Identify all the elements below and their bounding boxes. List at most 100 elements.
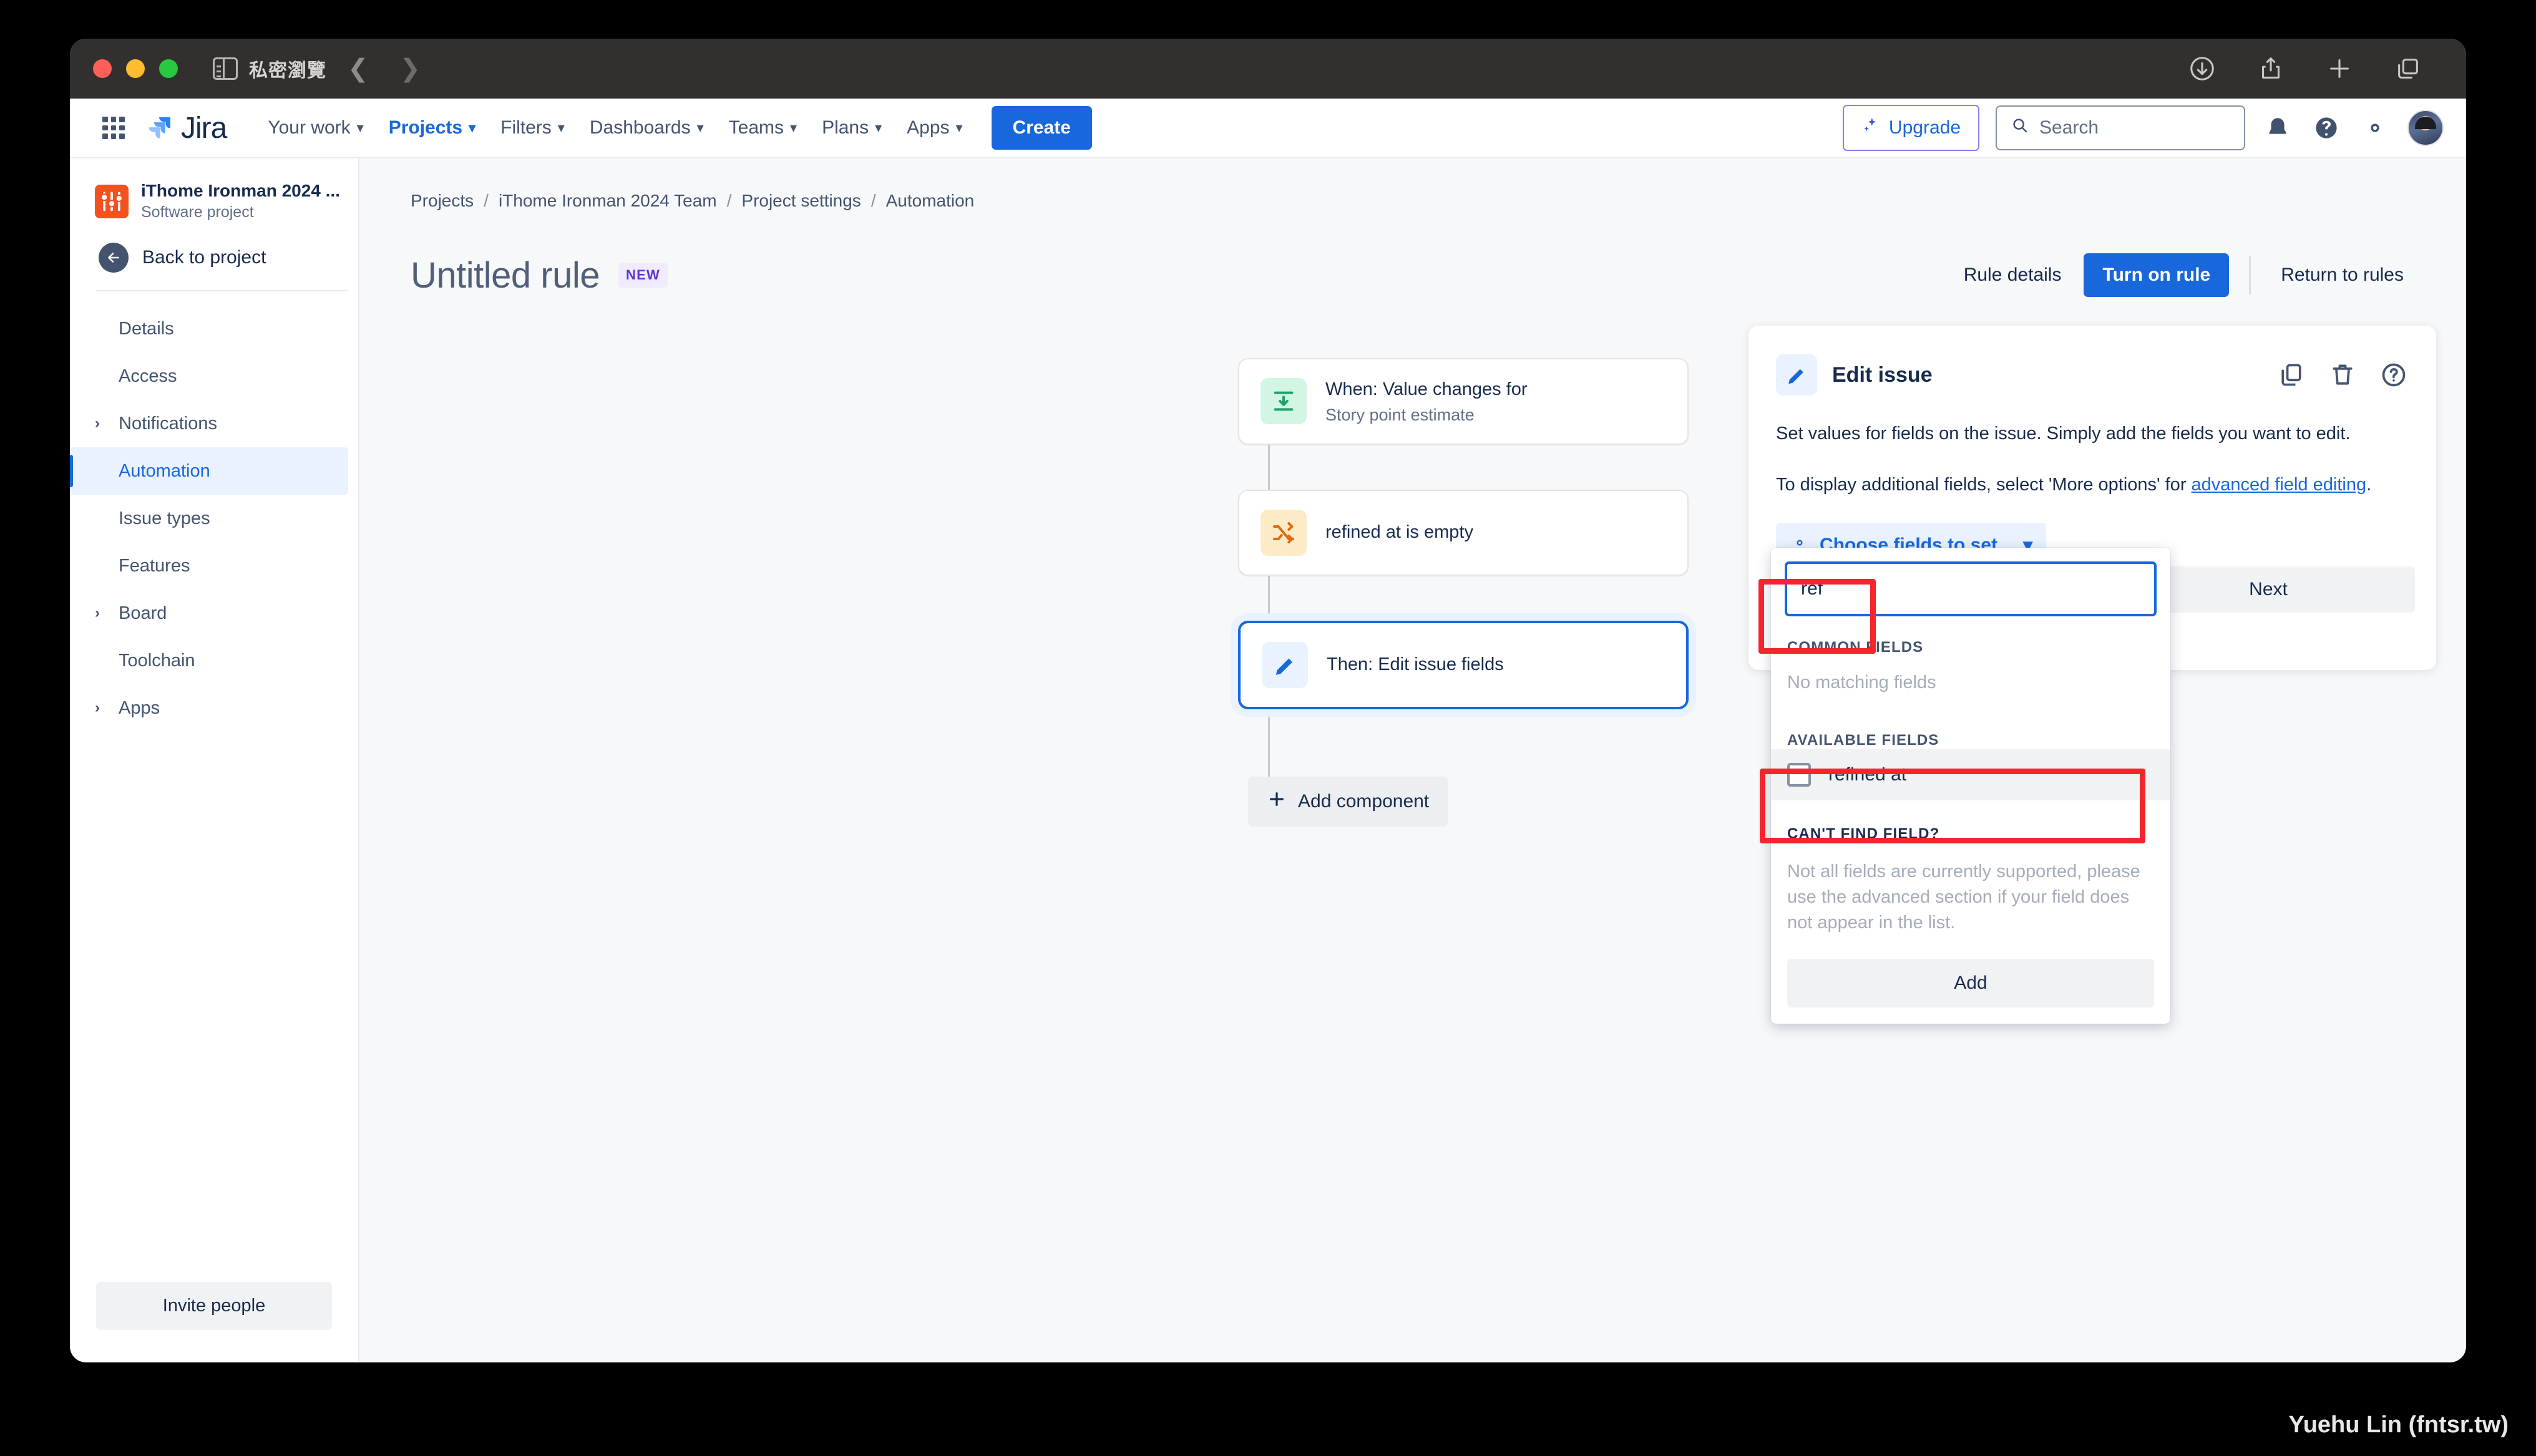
downloads-icon[interactable] [2188,54,2217,83]
window-controls [93,59,178,78]
maximize-window-button[interactable] [159,59,178,78]
rule-node-subtitle: Story point estimate [1325,405,1475,424]
breadcrumb-separator: / [484,191,489,210]
sidebar-item-label: Apps [119,697,160,718]
add-field-button[interactable]: Add [1787,958,2154,1007]
nav-item-filters[interactable]: Filters ▾ [488,107,577,148]
turn-on-rule-button[interactable]: Turn on rule [2084,253,2230,297]
breadcrumb-item-project-settings[interactable]: Project settings [741,191,861,211]
sidebar-item-automation[interactable]: Automation [70,447,348,495]
minimize-window-button[interactable] [126,59,145,78]
arrow-left-icon [99,243,129,273]
sidebar-item-label: Automation [119,460,210,481]
sidebar-toggle-icon[interactable] [213,57,238,80]
back-to-project-button[interactable]: Back to project [70,221,358,290]
rule-details-button[interactable]: Rule details [1948,253,2078,297]
browser-titlebar: 私密瀏覽 ❮ ❯ [70,39,2466,99]
chevron-right-icon: › [95,415,100,432]
duplicate-icon[interactable] [2276,360,2306,390]
rule-node-trigger[interactable]: When: Value changes for Story point esti… [1238,358,1689,445]
advanced-field-editing-link[interactable]: advanced field editing [2192,475,2367,495]
upgrade-label: Upgrade [1888,117,1961,138]
rule-node-action[interactable]: Then: Edit issue fields [1238,620,1689,709]
nav-label: Apps [907,117,950,138]
gear-icon[interactable] [2359,112,2391,144]
sidebar-item-label: Board [119,603,167,623]
rule-connector [1268,444,1270,490]
share-icon[interactable] [2256,54,2285,83]
condition-icon [1261,509,1307,556]
sidebar-item-board[interactable]: › Board [70,590,348,637]
chevron-right-icon: › [95,699,100,717]
page-header: Untitled rule NEW Rule details Turn on r… [359,211,2466,297]
private-browsing-label: 私密瀏覽 [249,61,326,81]
sidebar-item-features[interactable]: Features [70,542,348,590]
watermark: Yuehu Lin (fntsr.tw) [2288,1412,2509,1438]
pencil-icon [1776,354,1817,396]
breadcrumb-item-projects[interactable]: Projects [411,191,474,211]
create-button[interactable]: Create [991,106,1092,150]
rule-connector [1268,709,1270,777]
project-type: Software project [141,203,254,221]
help-icon[interactable] [2379,360,2409,390]
invite-people-button[interactable]: Invite people [96,1282,332,1330]
nav-item-projects[interactable]: Projects ▾ [376,107,488,148]
browser-back-icon[interactable]: ❮ [348,56,369,81]
tab-overview-icon[interactable] [2394,54,2422,83]
sidebar-item-access[interactable]: Access [70,352,348,400]
action-divider [2249,256,2251,294]
breadcrumb-item-automation[interactable]: Automation [886,191,975,211]
nav-item-teams[interactable]: Teams ▾ [716,107,809,148]
nav-item-apps[interactable]: Apps ▾ [894,107,975,148]
sidebar-item-label: Details [119,318,174,339]
project-avatar-icon [95,184,129,218]
add-component-button[interactable]: Add component [1248,776,1448,827]
breadcrumb-item-team[interactable]: iThome Ironman 2024 Team [499,191,717,211]
avatar[interactable] [2407,110,2444,146]
breadcrumb-separator: / [726,191,732,210]
upgrade-button[interactable]: Upgrade [1842,105,1979,151]
sidebar-item-notifications[interactable]: › Notifications [70,400,348,447]
nav-label: Your work [268,117,351,138]
panel-description-2-post: . [2366,475,2372,495]
return-to-rules-button[interactable]: Return to rules [2265,253,2420,297]
chevron-down-icon: ▾ [790,120,797,135]
rule-node-title: refined at is empty [1325,522,1473,542]
search-input[interactable]: Search [1996,105,2245,150]
nav-item-plans[interactable]: Plans ▾ [809,107,894,148]
breadcrumb: Projects / iThome Ironman 2024 Team / Pr… [359,158,2466,211]
browser-forward-icon[interactable]: ❯ [400,56,421,81]
project-header[interactable]: iThome Ironman 2024 ... Software project [70,175,358,221]
trash-icon[interactable] [2328,360,2358,390]
rule-node-title: Then: Edit issue fields [1327,654,1504,674]
field-search-input[interactable] [1785,561,2157,616]
chevron-down-icon: ▾ [875,120,882,135]
panel-description-2-pre: To display additional fields, select 'Mo… [1776,475,2192,495]
help-icon[interactable] [2310,112,2343,144]
checkbox-icon[interactable] [1787,763,1811,787]
new-tab-icon[interactable] [2325,54,2354,83]
close-window-button[interactable] [93,59,112,78]
nav-item-dashboards[interactable]: Dashboards ▾ [577,107,716,148]
sidebar-item-issue-types[interactable]: Issue types [70,495,348,542]
rule-node-title: When: Value changes for [1325,379,1528,399]
notifications-icon[interactable] [2261,112,2294,144]
sidebar-item-apps[interactable]: › Apps [70,684,348,732]
screenshot-root: 私密瀏覽 ❮ ❯ Jira Your work ▾ Projects ▾ Fil… [0,0,2536,1456]
sidebar-item-toolchain[interactable]: Toolchain [70,637,348,684]
nav-item-your-work[interactable]: Your work ▾ [255,107,376,148]
jira-logo[interactable]: Jira [146,111,227,145]
app-switcher-icon[interactable] [102,117,125,139]
sidebar-nav-list: Details Access › Notifications Automatio… [70,291,358,732]
sidebar-item-label: Access [119,366,177,386]
project-name: iThome Ironman 2024 ... [141,181,340,200]
plus-icon [1267,789,1287,814]
invite-people-container: Invite people [70,1282,358,1361]
rule-connector [1268,575,1270,621]
chevron-down-icon: ▾ [356,120,364,135]
field-option-refined-at[interactable]: refined at [1771,749,2170,800]
cant-find-field-title: CAN'T FIND FIELD? [1787,825,1940,842]
sidebar-item-details[interactable]: Details [70,305,348,352]
breadcrumb-separator: / [871,191,876,210]
rule-node-condition[interactable]: refined at is empty [1238,489,1689,576]
